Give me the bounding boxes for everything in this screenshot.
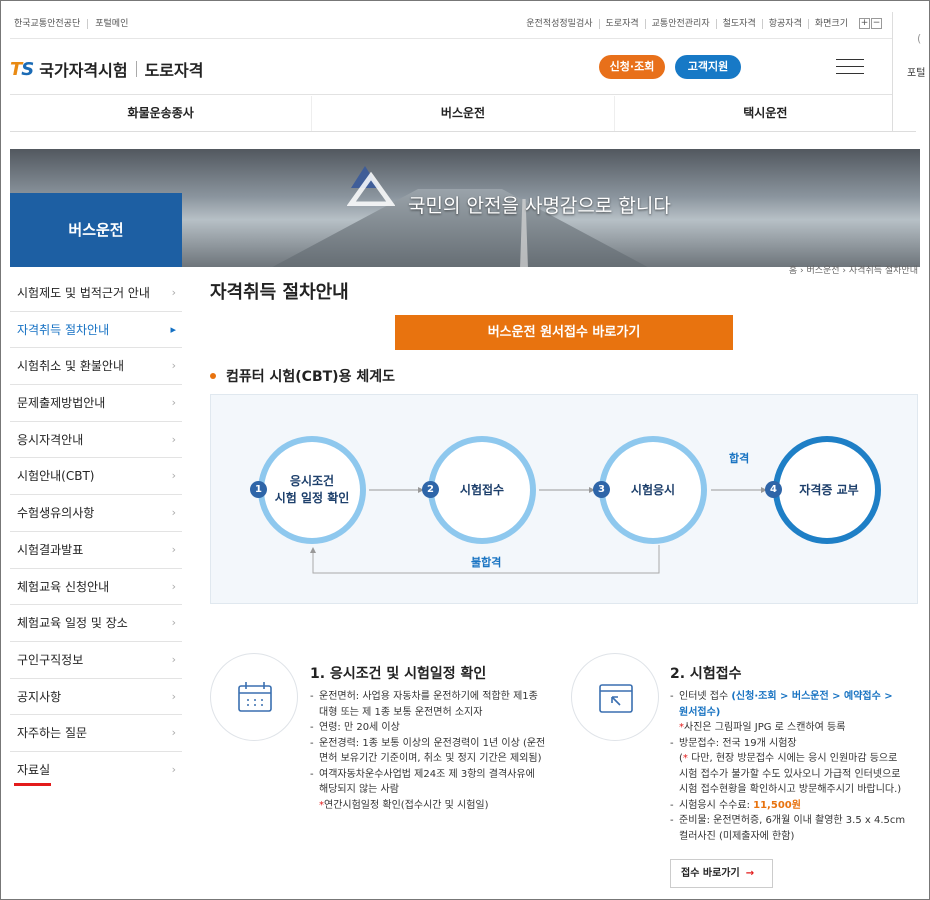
gnb-item-cargo[interactable]: 화물운송종사 [10, 96, 313, 131]
chevron-right-icon: › [171, 286, 176, 299]
customer-support-button[interactable]: 고객지원 [675, 55, 741, 79]
list-item: 시험응시 수수료: 11,500원 [670, 798, 920, 814]
zoom-out-button[interactable]: − [871, 18, 882, 29]
breadcrumb: 홈 › 버스운전 › 자격취득 절차안내 [788, 266, 918, 276]
list-item: 여객자동차운수사업법 제24조 제 3항의 결격사유에해당되지 않는 사람 [310, 767, 560, 798]
arrow-right-icon: → [745, 868, 755, 879]
util-link-rail[interactable]: 철도자격 [715, 18, 762, 29]
logo-name: 국가자격시험 [39, 61, 128, 80]
lnb-item-results[interactable]: 시험결과발표 › [10, 532, 182, 569]
chevron-right-icon: › [171, 432, 176, 446]
lnb-item-faq[interactable]: 자주하는 질문 › [10, 715, 182, 752]
lnb-item-procedure[interactable]: 자격취득 절차안내 ▸ [10, 312, 182, 349]
step1-title: 1. 응시조건 및 시험일정 확인 [310, 666, 487, 682]
chevron-right-icon: › [171, 652, 176, 666]
chevron-right-icon: › [171, 616, 176, 630]
zoom-label: 화면크기 [807, 18, 854, 29]
chevron-right-icon: › [171, 396, 176, 410]
site-logo[interactable]: TS 국가자격시험 도로자격 [10, 57, 203, 81]
lnb-item-eligibility[interactable]: 응시자격안내 › [10, 422, 182, 459]
lnb-item-system[interactable]: 시험제도 및 법적근거 안내 › [10, 275, 182, 312]
util-link-aptitude[interactable]: 운전적성정밀검사 [520, 19, 598, 29]
list-item: 연령: 만 20세 이상 [310, 720, 560, 736]
step1-list: 운전면허: 사업용 자동차를 운전하기에 적합한 제1종대형 또는 제 1종 보… [310, 689, 560, 813]
util-link-road[interactable]: 도로자격 [598, 18, 645, 29]
step4-number: 4 [765, 481, 782, 498]
fail-label: 불합격 [471, 556, 502, 569]
header: TS 국가자격시험 도로자격 신청·조회 고객지원 [10, 40, 892, 95]
bus-application-button[interactable]: 버스운전 원서접수 바로가기 [395, 315, 733, 350]
global-nav: 화물운송종사 버스운전 택시운전 [10, 96, 916, 132]
list-item: 준비물: 운전면허증, 6개월 이내 촬영한 3.5 x 4.5cm컬러사진 (… [670, 813, 920, 844]
util-link-safety-manager[interactable]: 교통안전관리자 [644, 18, 716, 29]
banner-slogan: 국민의 안전을 사명감으로 합니다 [408, 195, 671, 217]
triangle-right-icon: ▸ [170, 322, 176, 336]
lnb-item-question-method[interactable]: 문제출제방법안내 › [10, 385, 182, 422]
util-link-aviation[interactable]: 항공자격 [761, 18, 808, 29]
bracket-icon: ( [917, 32, 922, 45]
go-application-button[interactable]: 접수 바로가기 → [670, 859, 773, 888]
cbt-flow-diagram: 1 2 3 4 응시조건 시험 일정 확인 시험접수 시험응시 자격증 교부 합격… [210, 394, 918, 604]
archive-underline [14, 783, 51, 786]
lnb-item-jobs[interactable]: 구인구직정보 › [10, 642, 182, 679]
list-item: 방문접수: 전국 19개 시험장 (* 다만, 현장 방문접수 시에는 응시 인… [670, 736, 920, 798]
util-link-kotsa[interactable]: 한국교통안전공단 [14, 19, 89, 29]
step1-note: *연간시험일정 확인(접수시간 및 시험일) [319, 799, 489, 811]
photo-note: *사진은 그림파일 JPG 로 스캔하여 등록 [679, 722, 846, 733]
lnb-item-training-schedule[interactable]: 체험교육 일정 및 장소 › [10, 605, 182, 642]
chevron-right-icon: › [171, 579, 176, 593]
step2-list: 인터넷 접수 (신청·조회 > 버스운전 > 예약접수 >원서접수) *사진은 … [670, 689, 920, 844]
step3-label: 시험응시 [630, 483, 676, 497]
chevron-right-icon: › [171, 469, 176, 483]
triangle-logo-icon [347, 166, 395, 206]
step2-label: 시험접수 [459, 483, 505, 497]
util-link-portal[interactable]: 포털메인 [88, 19, 135, 29]
step4-label: 자격증 교부 [799, 483, 859, 497]
gnb-item-taxi[interactable]: 택시운전 [615, 96, 916, 131]
logo-sub: 도로자격 [144, 61, 204, 80]
lnb-title: 버스운전 [10, 193, 182, 267]
lnb-item-cbt[interactable]: 시험안내(CBT) › [10, 458, 182, 496]
monitor-click-icon [599, 684, 633, 713]
lnb-item-notes[interactable]: 수험생유의사항 › [10, 495, 182, 532]
chevron-right-icon: › [171, 506, 176, 520]
chevron-right-icon: › [171, 726, 176, 740]
chevron-right-icon: › [171, 689, 176, 703]
chevron-right-icon: › [171, 762, 176, 776]
lnb-item-training-apply[interactable]: 체험교육 신청안내 › [10, 569, 182, 606]
left-nav: 시험제도 및 법적근거 안내 › 자격취득 절차안내 ▸ 시험취소 및 환불안내 › … [10, 275, 182, 789]
bullet-icon [210, 373, 216, 379]
section-title: 컴퓨터 시험(CBT)용 체계도 [210, 366, 395, 386]
calendar-icon [238, 682, 272, 712]
lnb-item-cancel-refund[interactable]: 시험취소 및 환불안내 › [10, 348, 182, 386]
page-title: 자격취득 절차안내 [210, 282, 349, 303]
utility-bar: 한국교통안전공단 포털메인 운전적성정밀검사 도로자격 교통안전관리자 철도자격… [10, 12, 892, 39]
step1-label: 응시조건 시험 일정 확인 [274, 474, 350, 505]
step1-icon-circle [210, 653, 298, 741]
step2-icon-circle [571, 653, 659, 741]
side-strip-label[interactable]: 포털 [907, 64, 925, 79]
apply-lookup-button[interactable]: 신청·조회 [599, 55, 665, 79]
step1-number: 1 [250, 481, 267, 498]
zoom-in-button[interactable]: + [859, 18, 870, 29]
lnb-item-notice[interactable]: 공지사항 › [10, 679, 182, 716]
step2-title: 2. 시험접수 [670, 666, 742, 682]
list-item: 운전면허: 사업용 자동차를 운전하기에 적합한 제1종대형 또는 제 1종 보… [310, 689, 560, 720]
chevron-right-icon: › [171, 542, 176, 556]
list-item: 인터넷 접수 (신청·조회 > 버스운전 > 예약접수 >원서접수) [670, 689, 920, 720]
chevron-right-icon: › [171, 359, 176, 373]
pass-label: 합격 [729, 452, 750, 465]
list-item: 운전경력: 1종 보통 이상의 운전경력이 1년 이상 (운전면허 보유기간 기… [310, 736, 560, 767]
hamburger-menu-icon[interactable] [836, 59, 864, 75]
ts-logo-icon: TS [10, 58, 34, 80]
logo-divider [135, 61, 137, 77]
gnb-item-bus[interactable]: 버스운전 [312, 96, 615, 131]
